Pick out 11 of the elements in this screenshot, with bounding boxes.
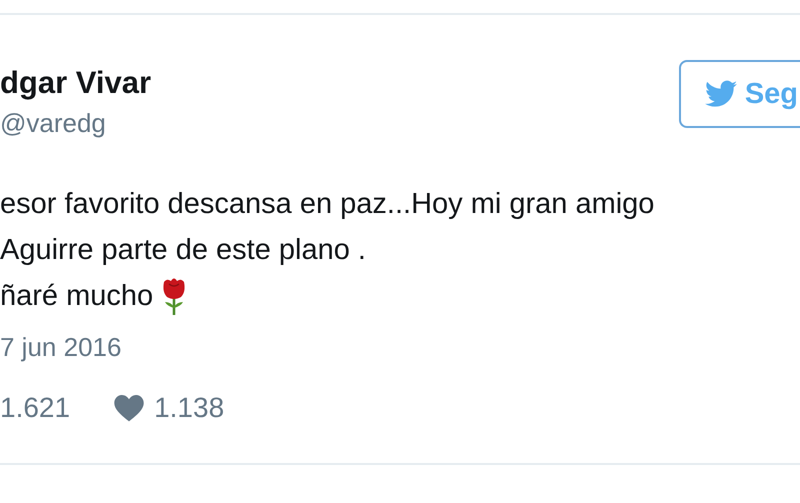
tweet-text-line: esor favorito descansa en paz...Hoy mi gran amigo xyxy=(0,187,654,222)
like-count: 1.138 xyxy=(154,391,224,425)
author-handle[interactable]: @varedg xyxy=(0,107,152,139)
follow-button[interactable]: Seg xyxy=(678,60,800,128)
author-name[interactable]: dgar Vivar xyxy=(0,65,152,101)
tweet-text-line: ñaré mucho xyxy=(0,279,154,314)
retweet-count: 1.621 xyxy=(0,391,70,425)
bird-icon xyxy=(704,80,737,108)
tweet-date[interactable]: 7 jun 2016 xyxy=(0,331,800,363)
heart-icon[interactable] xyxy=(114,394,144,422)
tweet-text-line: Aguirre parte de este plano . xyxy=(0,233,366,268)
